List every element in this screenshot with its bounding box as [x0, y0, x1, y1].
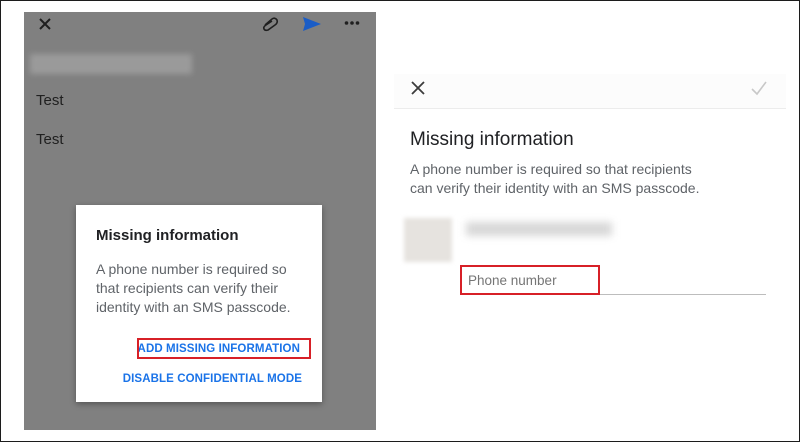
dialog-title: Missing information	[96, 227, 239, 244]
dialog-message: A phone number is required so that recip…	[96, 261, 291, 315]
compose-screen-left: Test Test Missing information A phone nu…	[24, 12, 376, 430]
close-icon[interactable]	[410, 80, 426, 96]
email-body-line: Test	[36, 131, 64, 148]
phone-number-placeholder[interactable]: Phone number	[468, 273, 557, 288]
paperclip-icon[interactable]	[260, 16, 280, 32]
redacted-recipient	[30, 54, 192, 74]
more-horizontal-icon[interactable]	[344, 20, 360, 26]
missing-info-screen-right: Missing information A phone number is re…	[394, 74, 786, 430]
avatar	[404, 218, 452, 262]
email-body-line: Test	[36, 92, 64, 109]
send-icon[interactable]	[302, 15, 322, 33]
compose-toolbar	[24, 12, 376, 40]
info-message: A phone number is required so that recip…	[410, 161, 700, 196]
form-header	[394, 74, 786, 109]
phone-number-field[interactable]: Phone number	[460, 265, 600, 295]
missing-info-dialog: Missing information A phone number is re…	[76, 205, 322, 402]
highlight-box	[137, 338, 311, 359]
close-icon[interactable]	[36, 15, 54, 33]
page-title: Missing information	[410, 129, 574, 150]
disable-confidential-mode-button[interactable]: DISABLE CONFIDENTIAL MODE	[123, 373, 302, 385]
check-icon[interactable]	[750, 80, 768, 96]
redacted-recipient-name	[466, 222, 612, 236]
